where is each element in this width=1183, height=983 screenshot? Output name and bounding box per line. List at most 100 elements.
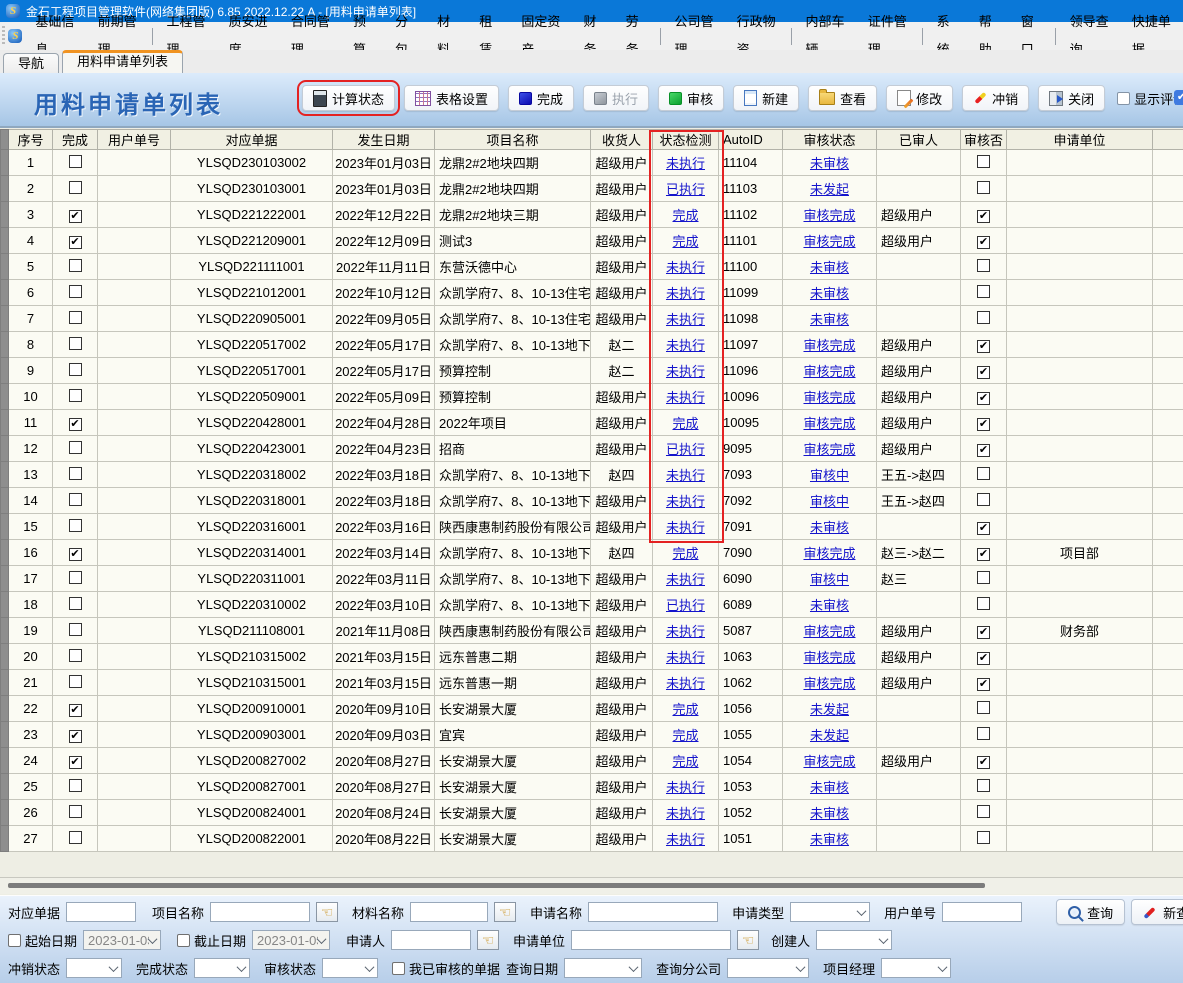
filter-select-start-date[interactable]: 2023-01-03	[83, 930, 161, 950]
checkbox-icon[interactable]	[977, 366, 990, 379]
cell-link-status[interactable]: 未执行	[666, 520, 705, 535]
cell-link-audit_status[interactable]: 审核完成	[803, 650, 855, 665]
cell-link-status[interactable]: 未执行	[666, 806, 705, 821]
cell-link-status[interactable]: 未执行	[666, 494, 705, 509]
checkbox-icon[interactable]	[977, 522, 990, 535]
cell-link-audit_status[interactable]: 审核完成	[803, 234, 855, 249]
filter-select-creator[interactable]	[816, 930, 892, 950]
cell-link-audit_status[interactable]: 未发起	[810, 702, 849, 717]
cell-link-audit_status[interactable]: 未审核	[810, 286, 849, 301]
cell-link-status[interactable]: 未执行	[666, 676, 705, 691]
cell-link-audit_status[interactable]: 审核完成	[803, 676, 855, 691]
checkbox-icon[interactable]	[69, 418, 82, 431]
column-header-audit_status[interactable]: 审核状态	[783, 130, 877, 150]
checkbox-icon[interactable]	[69, 779, 82, 792]
filter-input-requester[interactable]	[391, 930, 471, 950]
cell-link-audit_status[interactable]: 审核完成	[803, 338, 855, 353]
cell-link-audit_status[interactable]: 审核完成	[803, 208, 855, 223]
checkbox-icon[interactable]	[977, 444, 990, 457]
checkbox-icon[interactable]	[977, 285, 990, 298]
cell-link-status[interactable]: 完成	[672, 234, 698, 249]
cell-link-status[interactable]: 完成	[672, 702, 698, 717]
checkbox-icon[interactable]	[977, 548, 990, 561]
cell-link-audit_status[interactable]: 未审核	[810, 598, 849, 613]
checkbox-icon[interactable]	[69, 311, 82, 324]
toolbar-button-modify[interactable]: 修改	[886, 85, 953, 111]
checkbox-icon[interactable]	[8, 934, 21, 947]
column-header-sn[interactable]: 序号	[9, 130, 53, 150]
checkbox-icon[interactable]	[977, 756, 990, 769]
checkbox-icon[interactable]	[977, 340, 990, 353]
cell-link-status[interactable]: 未执行	[666, 312, 705, 327]
column-header-receiver[interactable]: 收货人	[591, 130, 653, 150]
checkbox-icon[interactable]	[977, 652, 990, 665]
cell-link-status[interactable]: 未执行	[666, 286, 705, 301]
checkbox-icon[interactable]	[977, 392, 990, 405]
hand-select-button-request-unit[interactable]	[737, 930, 759, 950]
checkbox-icon[interactable]	[69, 441, 82, 454]
filter-select-complete-status[interactable]	[194, 958, 250, 978]
cell-link-audit_status[interactable]: 审核中	[810, 572, 849, 587]
checkbox-icon[interactable]	[69, 597, 82, 610]
checkbox-icon[interactable]	[977, 727, 990, 740]
edge-checkbox[interactable]	[1174, 90, 1183, 105]
checkbox-icon[interactable]	[977, 701, 990, 714]
cell-link-status[interactable]: 完成	[672, 728, 698, 743]
filter-select-request-type[interactable]	[790, 902, 870, 922]
checkbox-icon[interactable]	[69, 493, 82, 506]
cell-link-status[interactable]: 未执行	[666, 364, 705, 379]
filter-input-material-name[interactable]	[410, 902, 488, 922]
hand-select-button-requester[interactable]	[477, 930, 499, 950]
filter-input-request-unit[interactable]	[571, 930, 731, 950]
toolbar-button-writeoff[interactable]: 冲销	[962, 85, 1029, 111]
tab-navigation[interactable]: 导航	[3, 53, 59, 73]
checkbox-icon[interactable]	[392, 962, 405, 975]
checkbox-icon[interactable]	[977, 467, 990, 480]
cell-link-status[interactable]: 已执行	[666, 598, 705, 613]
checkbox-icon[interactable]	[977, 418, 990, 431]
checkbox-icon[interactable]	[69, 337, 82, 350]
cell-link-audit_status[interactable]: 审核中	[810, 468, 849, 483]
cell-link-audit_status[interactable]: 未审核	[810, 156, 849, 171]
cell-link-status[interactable]: 未执行	[666, 624, 705, 639]
checkbox-icon[interactable]	[69, 210, 82, 223]
checkbox-icon[interactable]	[977, 181, 990, 194]
checkbox-icon[interactable]	[977, 571, 990, 584]
cell-link-audit_status[interactable]: 未审核	[810, 312, 849, 327]
checkbox-icon[interactable]	[69, 831, 82, 844]
checkbox-icon[interactable]	[977, 626, 990, 639]
cell-link-audit_status[interactable]: 未审核	[810, 780, 849, 795]
filter-select-audit-status[interactable]	[322, 958, 378, 978]
cell-link-status[interactable]: 未执行	[666, 390, 705, 405]
cell-link-audit_status[interactable]: 审核完成	[803, 390, 855, 405]
hand-select-button-material-name[interactable]	[494, 902, 516, 922]
checkbox-icon[interactable]	[69, 756, 82, 769]
filter-input-doc-no[interactable]	[66, 902, 136, 922]
checkbox-icon[interactable]	[977, 236, 990, 249]
cell-link-status[interactable]: 未执行	[666, 832, 705, 847]
toolbar-button-complete[interactable]: 完成	[508, 85, 574, 111]
checkbox-icon[interactable]	[69, 805, 82, 818]
cell-link-audit_status[interactable]: 未审核	[810, 260, 849, 275]
checkbox-icon[interactable]	[69, 467, 82, 480]
filter-input-project-name[interactable]	[210, 902, 310, 922]
cell-link-status[interactable]: 完成	[672, 208, 698, 223]
cell-link-status[interactable]: 未执行	[666, 468, 705, 483]
button-query[interactable]: 查询	[1056, 899, 1125, 925]
toolbar-button-execute[interactable]: 执行	[583, 85, 649, 111]
filter-select-query-branch[interactable]	[727, 958, 809, 978]
cell-link-status[interactable]: 完成	[672, 416, 698, 431]
toolbar-button-view[interactable]: 查看	[808, 85, 877, 111]
cell-link-status[interactable]: 未执行	[666, 338, 705, 353]
filter-checkbox-start-date[interactable]: 起始日期	[8, 931, 77, 950]
checkbox-icon[interactable]	[69, 259, 82, 272]
column-header-user_no[interactable]: 用户单号	[98, 130, 171, 150]
checkbox-icon[interactable]	[977, 493, 990, 506]
checkbox-icon[interactable]	[977, 210, 990, 223]
cell-link-audit_status[interactable]: 未审核	[810, 806, 849, 821]
cell-link-status[interactable]: 未执行	[666, 650, 705, 665]
column-header-auditor[interactable]: 已审人	[877, 130, 961, 150]
scrollbar-thumb[interactable]	[8, 883, 985, 888]
cell-link-audit_status[interactable]: 审核完成	[803, 442, 855, 457]
checkbox-icon[interactable]	[69, 730, 82, 743]
